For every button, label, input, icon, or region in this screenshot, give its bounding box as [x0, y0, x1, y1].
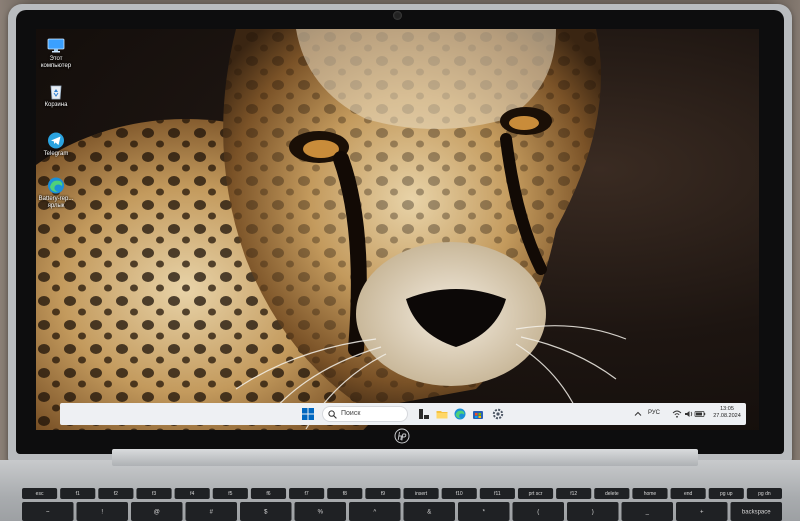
key-label: f1: [76, 491, 80, 497]
desktop-icon-this-pc[interactable]: Этот компьютер: [38, 37, 74, 70]
telegram-icon: [48, 132, 64, 149]
key-label: @: [154, 510, 160, 516]
key-label: _: [645, 510, 650, 516]
key-label: esc: [36, 491, 44, 497]
keyboard: esc f1 f2 f3 f4 f5 f6 f7 f8 f9 insert f10 f11 prt scr…: [22, 488, 782, 521]
recycle-bin-icon: [50, 85, 62, 100]
key-label: f7: [305, 491, 309, 497]
desktop-icon-label: Telegram: [43, 151, 69, 157]
key-label: &: [427, 510, 431, 516]
key-label: home: [644, 491, 657, 497]
desktop-icon-label: Battery-rep... ярлык: [38, 196, 74, 209]
key-label: f11: [494, 491, 501, 497]
key-label: ~: [46, 510, 50, 516]
widgets-icon[interactable]: [418, 408, 430, 420]
store-icon[interactable]: [472, 408, 484, 420]
key-label: f4: [190, 491, 194, 497]
key-label: ^: [373, 510, 376, 516]
monitor-icon: [47, 38, 65, 53]
desktop-icon-label: Этот компьютер: [40, 56, 72, 69]
desktop-icon-telegram[interactable]: Telegram: [38, 132, 74, 158]
language-indicator[interactable]: РУС: [648, 410, 660, 416]
edge-icon: [48, 177, 64, 194]
key-label: end: [684, 491, 693, 497]
file-explorer-icon[interactable]: [436, 408, 448, 420]
system-clock[interactable]: 13:05 27.08.2024: [710, 406, 744, 420]
wallpaper-cheetah: [36, 29, 627, 430]
windows-start-icon[interactable]: [302, 408, 314, 420]
search-placeholder: Поиск: [341, 410, 361, 417]
key-label: +: [700, 510, 704, 516]
wifi-icon: [672, 410, 682, 418]
search-icon: [328, 410, 337, 419]
chevron-up-icon[interactable]: [634, 410, 642, 418]
clock-date: 27.08.2024: [713, 413, 741, 419]
key-label: insert: [415, 491, 428, 497]
tray-status-icons[interactable]: [672, 409, 706, 419]
battery-icon: [694, 411, 706, 417]
key-label: %: [318, 510, 324, 516]
volume-icon: [685, 411, 693, 417]
taskbar-search-box[interactable]: Поиск: [322, 406, 408, 422]
clock-time: 13:05: [720, 406, 734, 412]
key-label: f8: [343, 491, 347, 497]
key-label: prt scr: [529, 491, 543, 497]
hp-logo: [394, 428, 410, 444]
edge-icon[interactable]: [454, 408, 466, 420]
desktop-icon-label: Корзина: [44, 102, 68, 108]
desktop-icon-recycle-bin[interactable]: Корзина: [38, 83, 74, 109]
laptop-hinge: [112, 449, 698, 466]
key-label: f3: [152, 491, 156, 497]
key-label: pg up: [720, 491, 733, 497]
desktop-icon-battery-report[interactable]: Battery-rep... ярлык: [38, 177, 74, 210]
key-label: pg dn: [758, 491, 771, 497]
key-label: f2: [114, 491, 118, 497]
key-label: (: [537, 510, 539, 516]
key-label: delete: [605, 491, 619, 497]
taskbar: Поиск РУС 13:05 27.08.2024: [60, 403, 746, 425]
webcam: [393, 11, 402, 20]
key-label: f12: [570, 491, 577, 497]
key-label: f5: [228, 491, 232, 497]
settings-icon[interactable]: [492, 408, 504, 420]
key-label: f6: [266, 491, 270, 497]
desktop-screen: Этот компьютер Корзина Telegram Battery-…: [36, 29, 759, 430]
key-label: f9: [381, 491, 385, 497]
key-label: ): [592, 510, 594, 516]
key-label: f10: [456, 491, 463, 497]
key-label: backspace: [742, 510, 771, 516]
